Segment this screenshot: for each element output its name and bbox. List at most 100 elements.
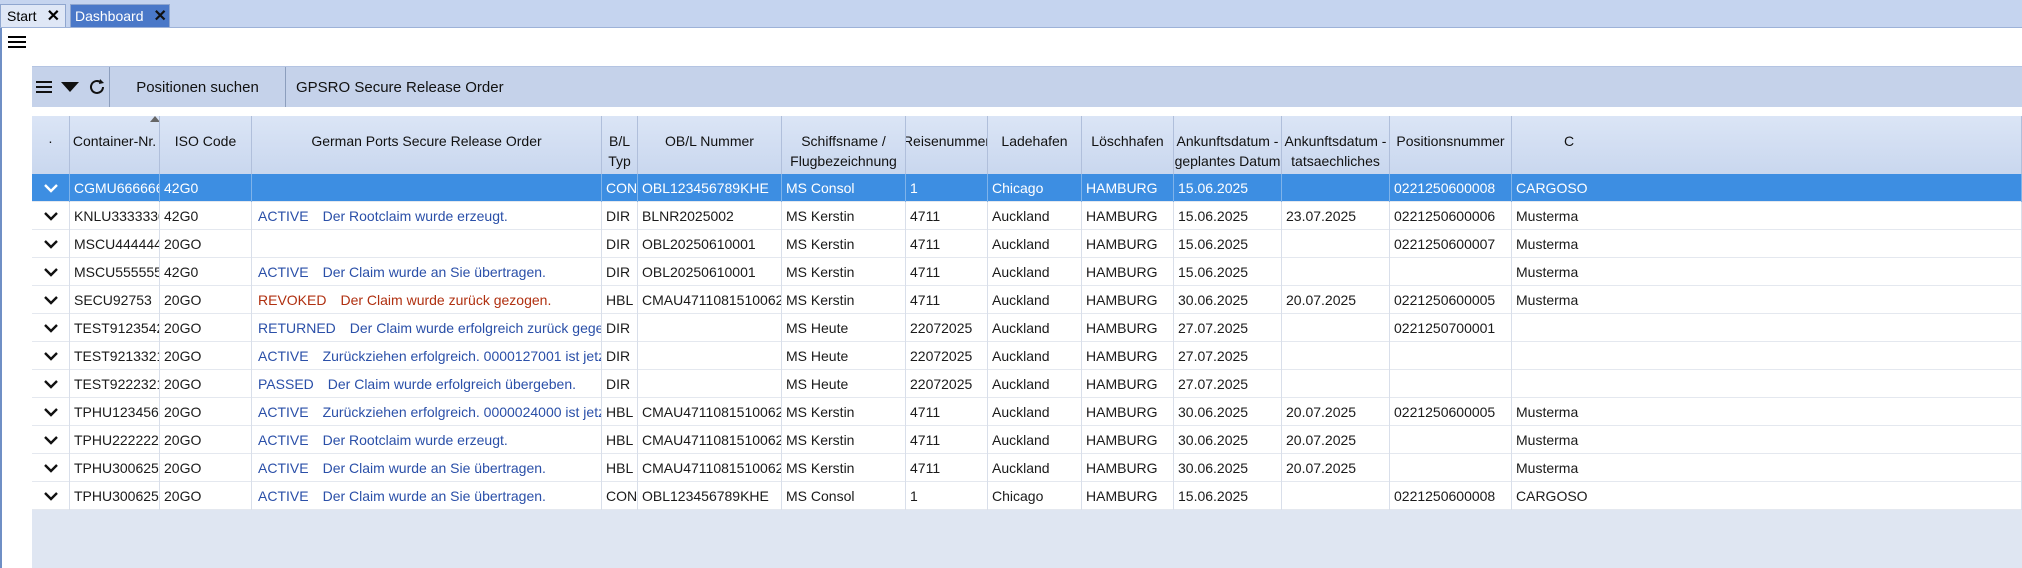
table-row[interactable]: MSCU555555942G0 ACTIVE Der Claim wurde an …: [32, 258, 2022, 286]
cell-container: TPHU3006251: [70, 482, 160, 510]
chevron-down-icon[interactable]: [32, 342, 70, 370]
cell-c: Musterma: [1512, 258, 2022, 286]
tab-dashboard-label: Dashboard: [75, 8, 144, 24]
chevron-down-icon[interactable]: [32, 286, 70, 314]
cell-container: SECU92753: [70, 286, 160, 314]
table-row[interactable]: CGMU666666142G0 CONOBL123456789KHEMS Cons…: [32, 174, 2022, 202]
cell-ata: [1282, 482, 1390, 510]
cell-discharge-port: HAMBURG: [1082, 482, 1174, 510]
table-row[interactable]: TPHU3006251 20GO ACTIVE Der Claim wurde an …: [32, 454, 2022, 482]
header-col-c[interactable]: C: [1512, 116, 2022, 174]
header-col-position[interactable]: Positionsnummer: [1390, 116, 1512, 174]
cell-iso: 42G0: [160, 258, 252, 286]
tab-start[interactable]: Start ✕: [0, 4, 66, 27]
cell-eta: 15.06.2025: [1174, 202, 1282, 230]
refresh-icon[interactable]: [84, 67, 110, 107]
cell-obl: CMAU4711081510062025: [638, 286, 782, 314]
cell-voyage: 4711: [906, 454, 988, 482]
chevron-down-icon[interactable]: [32, 314, 70, 342]
table-row[interactable]: KNLU3333330 42G0 ACTIVE Der Rootclaim wurde…: [32, 202, 2022, 230]
main-menu-icon[interactable]: [8, 33, 26, 51]
close-icon[interactable]: ✕: [47, 6, 60, 26]
cell-bl-type: HBL: [602, 454, 638, 482]
cell-obl: CMAU4711081510062025: [638, 398, 782, 426]
cell-ship: MS Kerstin: [782, 202, 906, 230]
header-col-iso[interactable]: ISO Code: [160, 116, 252, 174]
table-row[interactable]: TEST9123542120GO RETURNED Der Claim wurde …: [32, 314, 2022, 342]
cell-position: 0221250600006: [1390, 202, 1512, 230]
status-message: Der Rootclaim wurde erzeugt.: [322, 432, 508, 448]
header-col-discharge-port[interactable]: Löschhafen: [1082, 116, 1174, 174]
header-col-ata[interactable]: Ankunftsdatum - tatsaechliches: [1282, 116, 1390, 174]
tab-dashboard[interactable]: Dashboard ✕: [70, 4, 170, 27]
search-positions-button[interactable]: Positionen suchen: [110, 67, 286, 107]
chevron-down-icon[interactable]: [32, 202, 70, 230]
table-row[interactable]: TPHU2222229 20GO ACTIVE Der Rootclaim wurde…: [32, 426, 2022, 454]
table-row[interactable]: TEST9213321 20GO ACTIVE Zurückziehen erfolg…: [32, 342, 2022, 370]
chevron-down-icon[interactable]: [32, 426, 70, 454]
cell-voyage: 4711: [906, 426, 988, 454]
cell-c: [1512, 314, 2022, 342]
cell-voyage: 22072025: [906, 370, 988, 398]
cell-obl: BLNR2025002: [638, 202, 782, 230]
header-col-obl[interactable]: OB/L Nummer: [638, 116, 782, 174]
cell-ship: MS Heute: [782, 314, 906, 342]
cell-iso: 20GO: [160, 454, 252, 482]
cell-gpsro-status: ACTIVE Zurückziehen erfolgreich. 00001270…: [252, 342, 602, 370]
cell-gpsro-status: ACTIVE Der Claim wurde an Sie übertragen.: [252, 482, 602, 510]
header-col-gpsro[interactable]: German Ports Secure Release Order: [252, 116, 602, 174]
close-icon[interactable]: ✕: [154, 6, 167, 26]
chevron-down-icon[interactable]: [32, 398, 70, 426]
cell-load-port: Auckland: [988, 370, 1082, 398]
cell-obl: [638, 370, 782, 398]
table-row[interactable]: TPHU3006251 20GO ACTIVE Der Claim wurde an …: [32, 482, 2022, 510]
menu-icon[interactable]: [32, 67, 56, 107]
table-row[interactable]: MSCU444444220GO DIROBL20250610001MS Kerst…: [32, 230, 2022, 258]
cell-voyage: 4711: [906, 258, 988, 286]
cell-container: TPHU1234565: [70, 398, 160, 426]
cell-voyage: 1: [906, 482, 988, 510]
status-message: Der Claim wurde an Sie übertragen.: [322, 488, 546, 504]
cell-eta: 30.06.2025: [1174, 426, 1282, 454]
chevron-down-icon[interactable]: [32, 230, 70, 258]
header-col-bl-type[interactable]: B/L Typ: [602, 116, 638, 174]
table-row[interactable]: TEST9222321 20GO PASSED Der Claim wurde erf…: [32, 370, 2022, 398]
cell-load-port: Chicago: [988, 174, 1082, 202]
cell-gpsro-status: ACTIVE Der Claim wurde an Sie übertragen.: [252, 454, 602, 482]
chevron-down-icon[interactable]: [32, 370, 70, 398]
status-badge: ACTIVE: [258, 432, 309, 448]
status-message: Zurückziehen erfolgreich. 0000024000 ist…: [322, 404, 601, 420]
cell-ship: MS Kerstin: [782, 286, 906, 314]
header-col-container[interactable]: Container-Nr.: [70, 116, 160, 174]
cell-container: TEST9213321: [70, 342, 160, 370]
header-col-load-port[interactable]: Ladehafen: [988, 116, 1082, 174]
cell-iso: 20GO: [160, 398, 252, 426]
cell-discharge-port: HAMBURG: [1082, 398, 1174, 426]
filter-dropdown-icon[interactable]: [56, 67, 84, 107]
data-grid: · Container-Nr. ISO Code German Ports Secur…: [32, 116, 2022, 568]
cell-position: [1390, 342, 1512, 370]
cell-position: 0221250600005: [1390, 286, 1512, 314]
chevron-down-icon[interactable]: [32, 482, 70, 510]
cell-obl: OBL20250610001: [638, 258, 782, 286]
cell-c: Musterma: [1512, 286, 2022, 314]
status-message: Der Claim wurde erfolgreich zurück gegeb…: [349, 320, 602, 336]
cell-position: 0221250600005: [1390, 398, 1512, 426]
chevron-down-icon[interactable]: [32, 174, 70, 202]
header-col-drag[interactable]: ·: [32, 116, 70, 174]
cell-position: [1390, 258, 1512, 286]
chevron-down-icon[interactable]: [32, 454, 70, 482]
cell-iso: 20GO: [160, 370, 252, 398]
header-col-eta[interactable]: Ankunftsdatum - geplantes Datum: [1174, 116, 1282, 174]
header-col-voyage[interactable]: Reisenummer: [906, 116, 988, 174]
table-row[interactable]: SECU92753 20GO REVOKED Der Claim wurde zurü…: [32, 286, 2022, 314]
cell-c: CARGOSO: [1512, 174, 2022, 202]
chevron-down-icon[interactable]: [32, 258, 70, 286]
cell-c: Musterma: [1512, 202, 2022, 230]
table-row[interactable]: TPHU1234565 20GO ACTIVE Zurückziehen erfolg…: [32, 398, 2022, 426]
cell-position: [1390, 370, 1512, 398]
header-col-ship[interactable]: Schiffsname / Flugbezeichnung: [782, 116, 906, 174]
cell-c: Musterma: [1512, 230, 2022, 258]
cell-discharge-port: HAMBURG: [1082, 370, 1174, 398]
cell-position: [1390, 426, 1512, 454]
